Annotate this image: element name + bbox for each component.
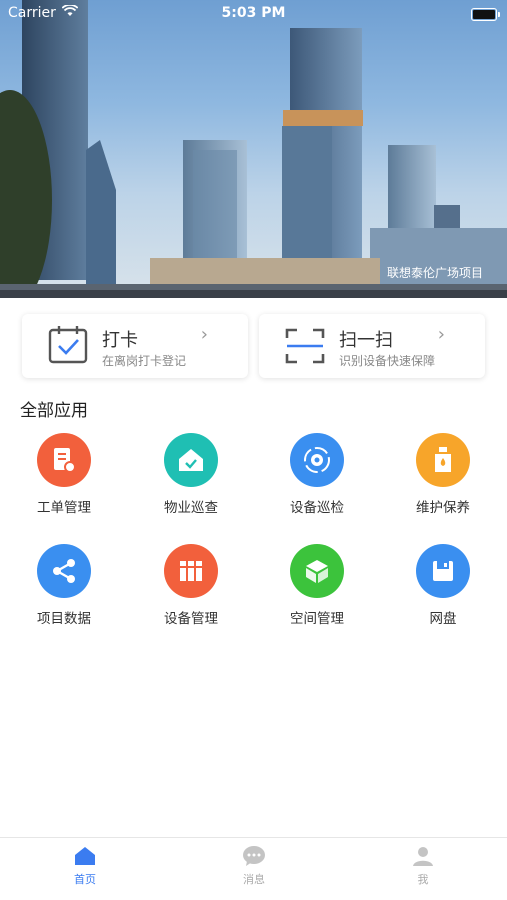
- calendar-check-icon: [46, 324, 90, 368]
- gear-cycle-icon: [290, 433, 344, 487]
- clock-in-card[interactable]: 打卡 在离岗打卡登记 ›: [22, 314, 248, 378]
- scan-card[interactable]: 扫一扫 识别设备快速保障 ›: [259, 314, 485, 378]
- app-label: 网盘: [429, 611, 457, 627]
- hero-banner[interactable]: Carrier 5:03 PM 联想泰伦广场项目: [0, 0, 507, 298]
- banner-caption: 联想泰伦广场项目: [386, 266, 483, 280]
- app-cloud-drive[interactable]: 网盘: [388, 544, 498, 627]
- house-check-icon: [164, 433, 218, 487]
- app-equipment-management[interactable]: 设备管理: [136, 544, 246, 627]
- tab-messages[interactable]: 消息: [214, 844, 294, 887]
- tab-home[interactable]: 首页: [45, 844, 125, 887]
- app-maintenance[interactable]: 维护保养: [388, 433, 498, 516]
- scan-icon: [283, 324, 327, 368]
- all-apps-heading: 全部应用: [20, 401, 88, 421]
- floppy-disk-icon: [416, 544, 470, 598]
- app-label: 工单管理: [37, 500, 91, 516]
- app-work-order[interactable]: 工单管理: [9, 433, 119, 516]
- chat-icon: [214, 844, 294, 868]
- status-time: 5:03 PM: [221, 5, 286, 21]
- app-label: 维护保养: [416, 500, 470, 516]
- app-property-patrol[interactable]: 物业巡查: [136, 433, 246, 516]
- work-order-icon: [37, 433, 91, 487]
- status-bar: Carrier 5:03 PM: [0, 0, 507, 28]
- app-space-management[interactable]: 空间管理: [262, 544, 372, 627]
- clock-in-title: 打卡: [102, 330, 138, 351]
- app-label: 设备管理: [164, 611, 218, 627]
- tab-label: 我: [417, 873, 429, 886]
- home-icon: [45, 844, 125, 868]
- app-equipment-inspection[interactable]: 设备巡检: [262, 433, 372, 516]
- oil-bottle-icon: [416, 433, 470, 487]
- scan-title: 扫一扫: [339, 330, 393, 351]
- chevron-right-icon: ›: [437, 324, 445, 345]
- scan-subtitle: 识别设备快速保障: [339, 354, 436, 368]
- share-nodes-icon: [37, 544, 91, 598]
- tab-me[interactable]: 我: [383, 844, 463, 887]
- chevron-right-icon: ›: [200, 324, 208, 345]
- bottom-tab-bar: 首页 消息 我: [0, 837, 507, 900]
- clock-in-subtitle: 在离岗打卡登记: [102, 354, 187, 368]
- app-label: 设备巡检: [290, 500, 344, 516]
- city-skyline-image: [0, 0, 507, 298]
- binders-icon: [164, 544, 218, 598]
- app-label: 空间管理: [290, 611, 344, 627]
- app-label: 项目数据: [37, 611, 91, 627]
- app-label: 物业巡查: [164, 500, 218, 516]
- battery-icon: [471, 8, 500, 21]
- person-icon: [383, 844, 463, 868]
- cube-icon: [290, 544, 344, 598]
- app-project-data[interactable]: 项目数据: [9, 544, 119, 627]
- tab-label: 首页: [74, 873, 96, 886]
- tab-label: 消息: [243, 873, 265, 886]
